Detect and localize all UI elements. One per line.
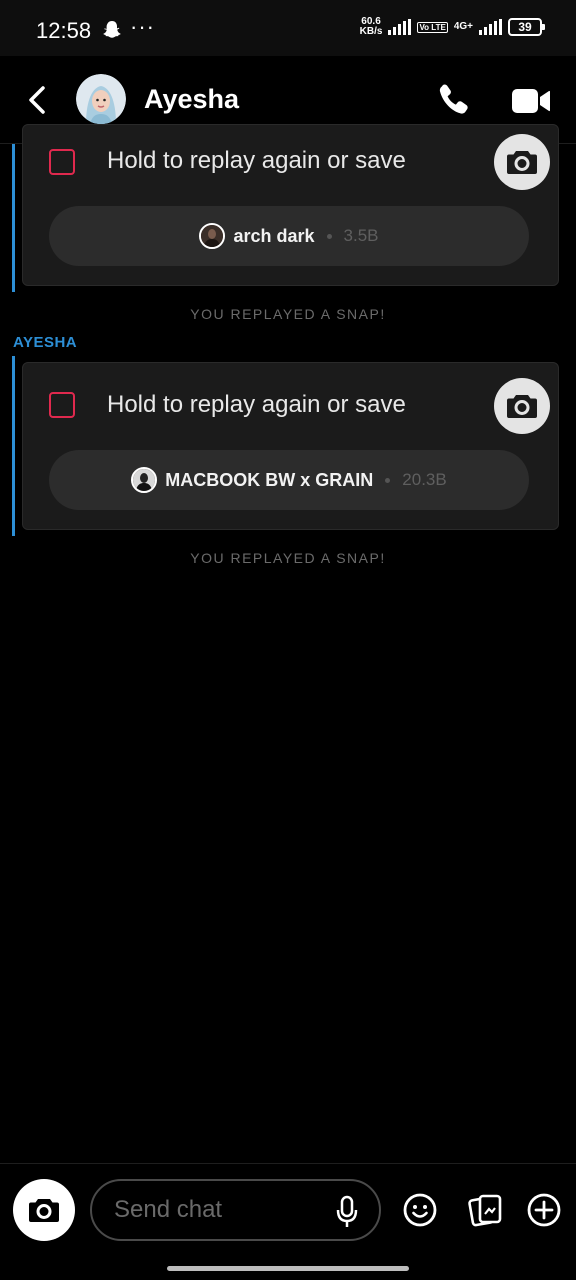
lens-size: 3.5B bbox=[343, 226, 379, 245]
lens-attribution-pill[interactable]: arch dark 3.5B bbox=[49, 206, 529, 266]
snap-message-card[interactable]: Hold to replay again or save arch dark 3… bbox=[22, 124, 559, 286]
snap-replay-prompt: Hold to replay again or save bbox=[107, 147, 406, 174]
signal-2-icon bbox=[479, 19, 502, 35]
snapchat-ghost-icon bbox=[103, 21, 121, 38]
volte-badge: Vo LTE bbox=[417, 21, 448, 33]
microphone-icon[interactable] bbox=[333, 1195, 361, 1229]
emoji-icon[interactable] bbox=[402, 1192, 438, 1228]
sender-label: AYESHA bbox=[13, 334, 78, 351]
separator-dot bbox=[385, 477, 391, 483]
contact-name[interactable]: Ayesha bbox=[144, 84, 239, 115]
network-type: 4G+ bbox=[453, 21, 473, 32]
separator-dot bbox=[326, 233, 332, 239]
save-checkbox[interactable] bbox=[49, 149, 75, 175]
lens-attribution-pill[interactable]: MACBOOK BW x GRAIN 20.3B bbox=[49, 450, 529, 510]
home-indicator[interactable] bbox=[167, 1266, 409, 1271]
lens-name: arch dark bbox=[233, 225, 315, 246]
camera-icon bbox=[507, 151, 537, 174]
back-chevron-icon[interactable] bbox=[20, 82, 56, 118]
avatar[interactable] bbox=[76, 74, 126, 124]
thread-indicator bbox=[12, 144, 15, 292]
status-time: 12:58 bbox=[36, 18, 92, 43]
lens-name: MACBOOK BW x GRAIN bbox=[165, 469, 374, 490]
network-speed: 60.6 KB/s bbox=[360, 17, 383, 37]
signal-1-icon bbox=[388, 19, 412, 35]
camera-icon bbox=[507, 395, 537, 418]
video-camera-icon[interactable] bbox=[510, 84, 552, 118]
status-indicators: 60.6 KB/s Vo LTE 4G+ 39 bbox=[360, 17, 545, 37]
replay-camera-button[interactable] bbox=[494, 134, 550, 190]
status-bar: 12:58 ··· 60.6 KB/s Vo LTE 4G+ 39 bbox=[0, 0, 576, 56]
memories-icon[interactable] bbox=[467, 1192, 503, 1228]
system-note: YOU REPLAYED A SNAP! bbox=[190, 550, 386, 566]
chat-composer bbox=[0, 1163, 576, 1280]
battery-icon: 39 bbox=[508, 18, 545, 36]
chat-input[interactable] bbox=[114, 1195, 324, 1225]
network-speed-unit: KB/s bbox=[359, 26, 383, 37]
thread-indicator bbox=[12, 356, 15, 536]
save-checkbox[interactable] bbox=[49, 392, 75, 418]
camera-icon bbox=[29, 1199, 59, 1222]
creator-photo-icon bbox=[133, 469, 156, 491]
chat-input-container bbox=[90, 1179, 381, 1241]
battery-level: 39 bbox=[518, 20, 532, 34]
lens-creator-avatar bbox=[199, 223, 226, 249]
phone-icon[interactable] bbox=[434, 80, 474, 120]
lens-creator-avatar bbox=[131, 467, 158, 493]
lens-size: 20.3B bbox=[402, 470, 447, 489]
bitmoji-avatar-icon bbox=[76, 74, 126, 124]
system-note: YOU REPLAYED A SNAP! bbox=[190, 306, 386, 322]
snap-message-card[interactable]: Hold to replay again or save MACBOOK BW … bbox=[22, 362, 559, 530]
creator-photo-icon bbox=[201, 225, 224, 247]
snap-replay-prompt: Hold to replay again or save bbox=[107, 391, 406, 418]
replay-camera-button[interactable] bbox=[494, 378, 550, 434]
status-more-dots: ··· bbox=[130, 14, 155, 39]
camera-button[interactable] bbox=[13, 1179, 75, 1241]
plus-circle-icon[interactable] bbox=[526, 1192, 562, 1228]
